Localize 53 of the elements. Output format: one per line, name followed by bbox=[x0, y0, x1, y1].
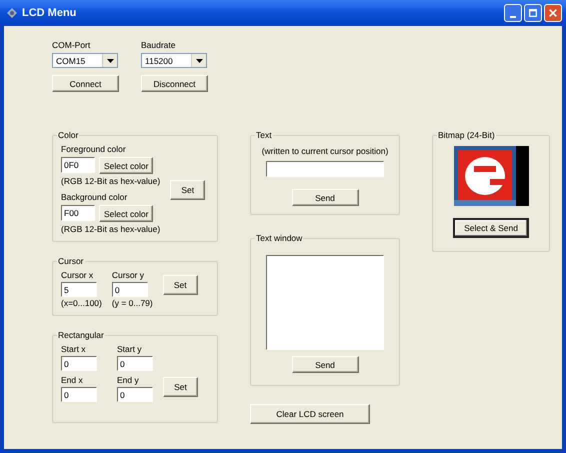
disconnect-button[interactable]: Disconnect bbox=[141, 75, 208, 92]
hint-text: (RGB 12-Bit as hex-value) bbox=[61, 176, 160, 187]
baudrate-dropdown[interactable]: 115200 bbox=[141, 53, 207, 68]
send-button[interactable]: Send bbox=[292, 356, 358, 373]
window-title: LCD Menu bbox=[22, 7, 76, 19]
close-button[interactable] bbox=[544, 4, 562, 22]
set-button[interactable]: Set bbox=[162, 274, 198, 294]
baudrate-label: Baudrate bbox=[141, 40, 176, 51]
clear-lcd-button[interactable]: Clear LCD screen bbox=[250, 404, 370, 424]
group-title: Text bbox=[255, 130, 273, 140]
set-button[interactable]: Set bbox=[163, 377, 198, 397]
number-field[interactable]: 0 bbox=[112, 282, 148, 297]
number-field[interactable]: 0 bbox=[61, 387, 97, 402]
select-color-button[interactable]: Select color bbox=[99, 157, 154, 174]
number-field[interactable]: 0 bbox=[61, 356, 97, 371]
hex-color-field[interactable]: 0F0 bbox=[61, 157, 95, 173]
hint-text: (y = 0...79) bbox=[112, 298, 153, 309]
send-button[interactable]: Send bbox=[292, 189, 358, 206]
group-title: Color bbox=[57, 130, 80, 140]
number-field[interactable]: 5 bbox=[61, 282, 97, 297]
group-title: Rectangular bbox=[57, 330, 105, 340]
hint-text: (RGB 12-Bit as hex-value) bbox=[61, 224, 160, 235]
minimize-icon bbox=[510, 16, 516, 18]
hex-color-field[interactable]: F00 bbox=[61, 205, 95, 221]
minimize-button[interactable] bbox=[504, 4, 522, 22]
field-label: End y bbox=[117, 375, 140, 386]
field-label: Cursor y bbox=[112, 270, 145, 281]
number-field[interactable]: 0 bbox=[117, 387, 153, 402]
select-and-send-button[interactable]: Select & Send bbox=[453, 218, 529, 238]
maximize-button[interactable] bbox=[524, 4, 542, 22]
close-icon bbox=[548, 8, 558, 18]
field-label: Foreground color bbox=[61, 144, 127, 155]
com-port-label: COM-Port bbox=[52, 40, 90, 51]
number-field[interactable]: 0 bbox=[117, 356, 153, 371]
group-title: Bitmap (24-Bit) bbox=[437, 130, 496, 140]
group-title: Cursor bbox=[57, 256, 85, 266]
field-label: Start y bbox=[117, 344, 143, 355]
maximize-icon bbox=[528, 8, 538, 18]
text-field[interactable] bbox=[266, 161, 384, 177]
field-caption: (written to current cursor position) bbox=[262, 146, 388, 157]
field-label: Start x bbox=[61, 344, 87, 355]
caret-icon bbox=[196, 58, 202, 62]
group-title: Text window bbox=[255, 233, 304, 243]
app-icon bbox=[6, 7, 18, 19]
hint-text: (x=0...100) bbox=[61, 298, 102, 309]
field-label: Cursor x bbox=[61, 270, 94, 281]
set-button[interactable]: Set bbox=[170, 180, 206, 200]
field-label: End x bbox=[61, 375, 84, 386]
field-label: Background color bbox=[61, 192, 128, 203]
select-color-button[interactable]: Select color bbox=[99, 205, 154, 222]
caret-icon bbox=[106, 58, 114, 62]
com-port-dropdown[interactable]: COM15 bbox=[52, 53, 118, 68]
connect-button[interactable]: Connect bbox=[52, 75, 119, 92]
